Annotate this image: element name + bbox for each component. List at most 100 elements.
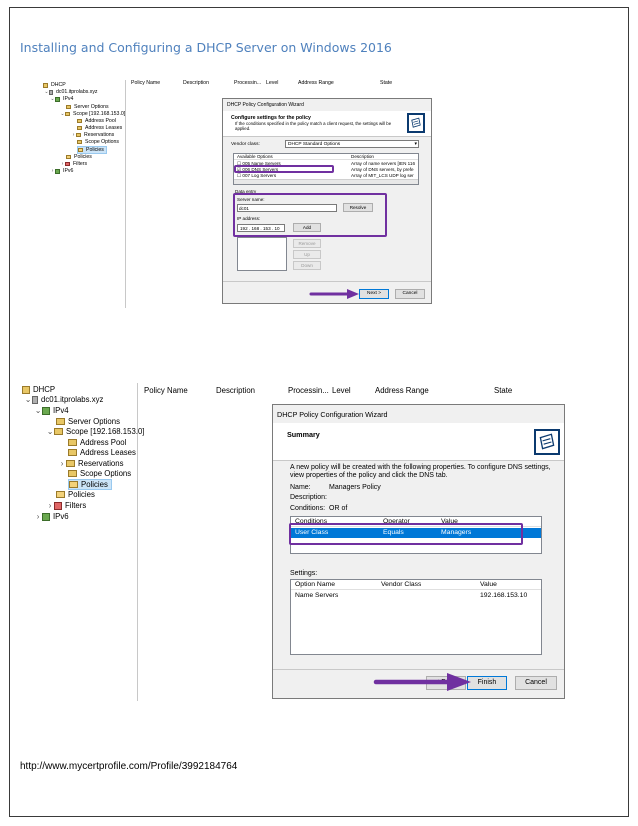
- chevron-right-icon[interactable]: ›: [58, 459, 66, 468]
- tree-item-scope-policies[interactable]: Policies: [68, 479, 112, 490]
- tree-item-scope-options[interactable]: Scope Options: [77, 139, 119, 145]
- button-bar-divider: [273, 669, 564, 670]
- dialog-title: DHCP Policy Configuration Wizard: [227, 102, 304, 108]
- tree-item-server[interactable]: ⌄ dc01.itprolabs.xyz: [24, 395, 104, 404]
- folder-icon: [77, 140, 82, 144]
- servers-list[interactable]: [237, 237, 287, 271]
- dhcp-icon: [22, 385, 30, 394]
- ipv6-icon: [55, 168, 60, 174]
- column-processing[interactable]: Processin...: [288, 386, 329, 395]
- tree-item-policies[interactable]: Policies: [66, 154, 92, 160]
- folder-icon: [68, 439, 77, 446]
- arrow-icon: [309, 289, 359, 299]
- up-button[interactable]: Up: [293, 250, 321, 259]
- policy-name-value: Managers Policy: [329, 484, 381, 491]
- header-available-options[interactable]: Available Options: [237, 154, 273, 159]
- tree-item-dhcp[interactable]: DHCP: [22, 385, 55, 394]
- policies-icon: [56, 491, 65, 498]
- chevron-down-icon[interactable]: ⌄: [46, 427, 54, 436]
- tree-item-server-options[interactable]: Server Options: [56, 417, 120, 426]
- tree-item-reservations[interactable]: › Reservations: [71, 132, 115, 138]
- tree-item-reservations[interactable]: › Reservations: [58, 459, 124, 468]
- tree-item-ipv6[interactable]: › IPv6: [50, 168, 74, 174]
- checkbox-icon[interactable]: ☐: [237, 173, 241, 178]
- down-button[interactable]: Down: [293, 261, 321, 270]
- cancel-button[interactable]: Cancel: [395, 289, 425, 299]
- tree-item-address-leases[interactable]: Address Leases: [77, 125, 122, 131]
- column-address-range[interactable]: Address Range: [298, 80, 334, 86]
- screenshot-policy-summary: DHCP ⌄ dc01.itprolabs.xyz ⌄ IPv4 Server Op…: [20, 383, 565, 701]
- dialog-heading: Summary: [287, 430, 320, 439]
- settings-row[interactable]: Name Servers 192.168.153.10: [291, 591, 541, 601]
- column-description[interactable]: Description: [183, 80, 209, 86]
- column-policy-name[interactable]: Policy Name: [131, 80, 160, 86]
- column-policy-name[interactable]: Policy Name: [144, 386, 188, 395]
- folder-icon: [65, 112, 70, 116]
- policy-wizard-dialog: DHCP Policy Configuration Wizard Configu…: [222, 98, 432, 304]
- header-vendor-class[interactable]: Vendor Class: [381, 581, 421, 588]
- footer-url[interactable]: http://www.mycertprofile.com/Profile/399…: [20, 761, 237, 772]
- folder-icon: [68, 470, 77, 477]
- chevron-down-icon[interactable]: ⌄: [34, 406, 42, 415]
- remove-button[interactable]: Remove: [293, 239, 321, 248]
- tree-item-scope-policies[interactable]: Policies: [77, 146, 107, 154]
- tree-item-server-options[interactable]: Server Options: [66, 104, 109, 110]
- tree-item-filters[interactable]: › Filters: [46, 501, 87, 510]
- header-value[interactable]: Value: [480, 581, 497, 588]
- tree-item-ipv4[interactable]: ⌄ IPv4: [34, 406, 69, 415]
- highlight-condition: [289, 523, 523, 545]
- settings-list[interactable]: Option Name Vendor Class Value Name Serv…: [290, 579, 542, 655]
- arrow-icon: [373, 673, 471, 691]
- tree-item-address-pool[interactable]: Address Pool: [77, 118, 116, 124]
- tree-item-scope[interactable]: ⌄ Scope [192.168.153.0]: [60, 111, 125, 117]
- tree-item-ipv6[interactable]: › IPv6: [34, 512, 69, 521]
- column-level[interactable]: Level: [332, 386, 351, 395]
- vendor-class-value: DHCP Standard Options: [288, 142, 341, 147]
- tree-item-address-pool[interactable]: Address Pool: [68, 438, 126, 447]
- ipv6-icon: [42, 512, 50, 521]
- finish-button[interactable]: Finish: [467, 676, 507, 690]
- tree-item-policies[interactable]: Policies: [56, 490, 95, 499]
- column-state[interactable]: State: [494, 386, 512, 395]
- chevron-right-icon[interactable]: ›: [46, 501, 54, 510]
- highlight-dns-option: [234, 165, 334, 173]
- chevron-right-icon[interactable]: ›: [34, 512, 42, 521]
- conditions-value: OR of: [329, 505, 348, 512]
- tree-item-scope[interactable]: ⌄ Scope [192.168.153.0]: [46, 427, 145, 436]
- column-processing[interactable]: Processin...: [234, 80, 261, 86]
- console-tree: DHCP ⌄ dc01.itprolabs.xyz ⌄ IPv4 Server Op…: [20, 383, 144, 701]
- wizard-icon: [407, 113, 425, 133]
- vendor-class-select[interactable]: DHCP Standard Options ▾: [285, 140, 419, 148]
- tree-item-ipv4[interactable]: ⌄ IPv4: [50, 96, 73, 102]
- chevron-down-icon: ▾: [414, 141, 417, 147]
- page-heading: Installing and Configuring a DHCP Server…: [20, 40, 392, 55]
- tree-item-scope-options[interactable]: Scope Options: [68, 469, 131, 478]
- column-address-range[interactable]: Address Range: [375, 386, 429, 395]
- dialog-banner: Configure settings for the policy If the…: [223, 111, 431, 137]
- horizontal-scrollbar[interactable]: [234, 179, 418, 184]
- column-level[interactable]: Level: [266, 80, 278, 86]
- server-icon: [49, 89, 53, 95]
- tree-item-filters[interactable]: › Filters: [60, 161, 88, 167]
- header-option-name[interactable]: Option Name: [295, 581, 335, 588]
- dhcp-icon: [43, 82, 48, 88]
- policies-icon: [78, 148, 83, 152]
- tree-item-server[interactable]: ⌄ dc01.itprolabs.xyz: [44, 89, 97, 95]
- tree-item-address-leases[interactable]: Address Leases: [68, 448, 136, 457]
- ipv4-icon: [55, 96, 60, 102]
- header-description[interactable]: Description: [351, 154, 374, 159]
- policy-list-header: Policy Name Description Processin... Lev…: [126, 80, 446, 92]
- chevron-down-icon[interactable]: ⌄: [24, 395, 32, 404]
- highlight-data-entry: [233, 193, 387, 237]
- next-button[interactable]: Next >: [359, 289, 389, 299]
- column-state[interactable]: State: [380, 80, 392, 86]
- cancel-button[interactable]: Cancel: [515, 676, 557, 690]
- button-bar-divider: [223, 281, 431, 282]
- column-description[interactable]: Description: [216, 386, 255, 395]
- policies-icon: [66, 155, 71, 159]
- policy-name-label: Name:: [290, 484, 311, 491]
- folder-icon: [77, 119, 82, 123]
- policies-icon: [69, 481, 78, 488]
- tree-item-dhcp[interactable]: DHCP: [43, 82, 66, 88]
- folder-icon: [56, 418, 65, 425]
